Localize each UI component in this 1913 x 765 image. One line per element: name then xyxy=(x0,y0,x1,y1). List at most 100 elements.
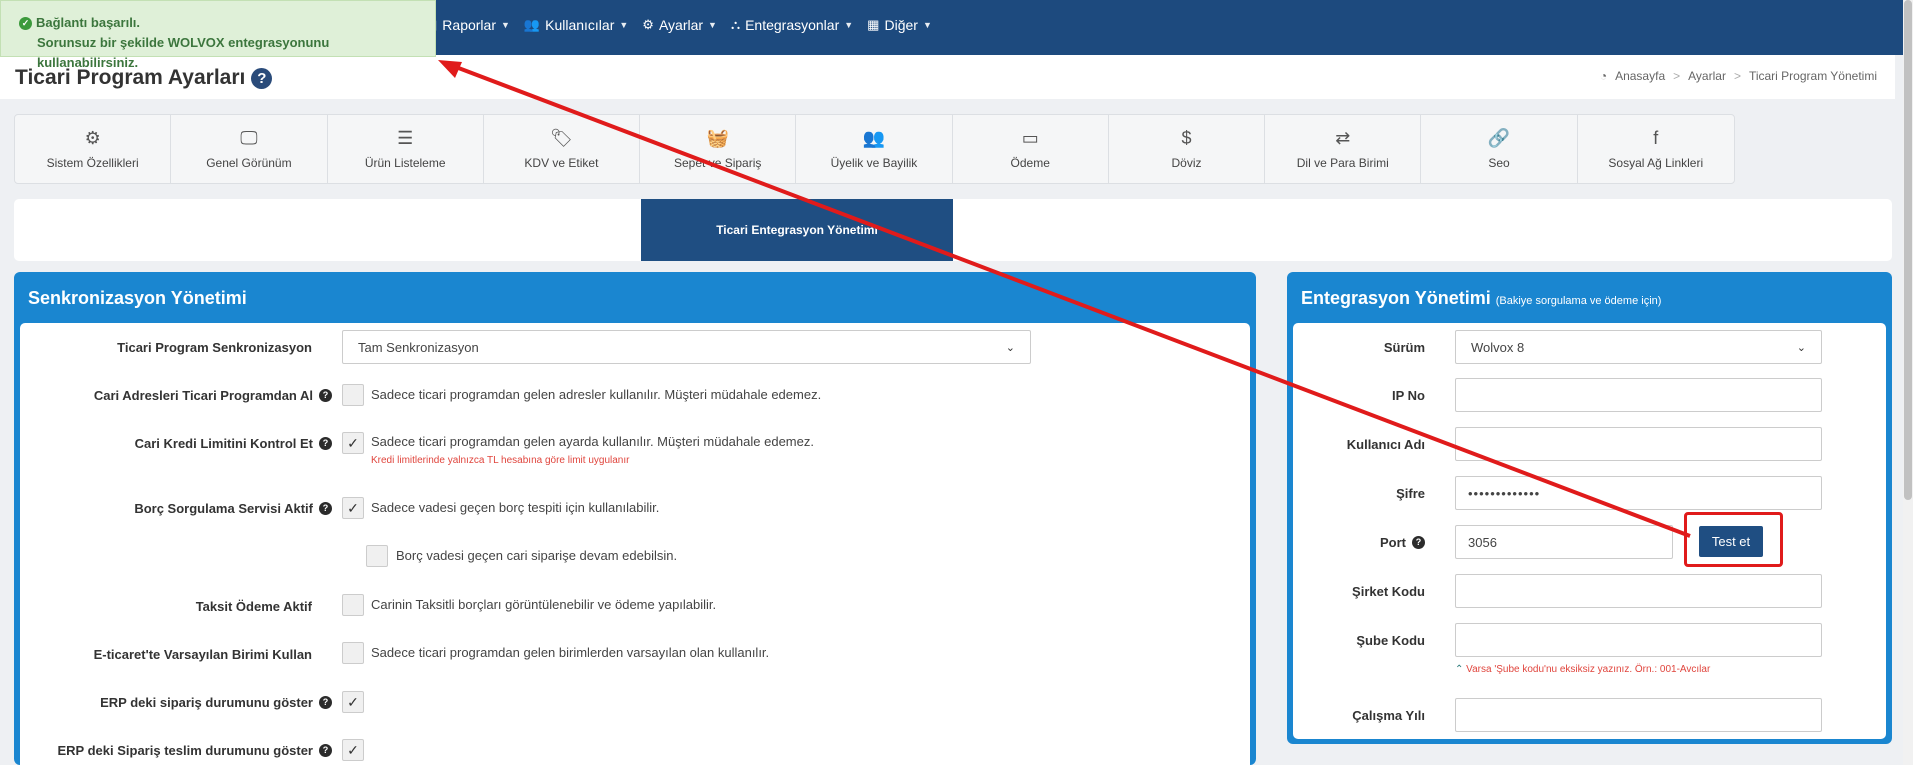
caret-down-icon: ▼ xyxy=(708,20,717,30)
installment-desc: Carinin Taksitli borçları görüntülenebil… xyxy=(371,597,717,612)
menu-other[interactable]: ▦ Diğer ▼ xyxy=(867,17,932,33)
label-sync-mode: Ticari Program Senkronizasyon xyxy=(117,339,312,355)
label-username: Kullanıcı Adı xyxy=(1346,436,1425,452)
tile-social[interactable]: f Sosyal Ağ Linkleri xyxy=(1578,115,1734,183)
monitor-icon: 🖵 xyxy=(240,128,258,148)
scrollbar-thumb[interactable] xyxy=(1904,0,1912,500)
facebook-icon: f xyxy=(1653,128,1659,148)
dashboard-icon: ◔ xyxy=(1599,69,1608,83)
label-ip: IP No xyxy=(1392,387,1425,403)
debt-query-checkbox[interactable]: ✓ xyxy=(342,497,364,519)
credit-card-icon: ▭ xyxy=(1021,128,1039,148)
sync-panel: Senkronizasyon Yönetimi Ticari Program S… xyxy=(14,272,1256,765)
caret-down-icon: ▼ xyxy=(501,20,510,30)
address-desc: Sadece ticari programdan gelen adresler … xyxy=(371,387,822,402)
grid-icon: ▦ xyxy=(867,17,880,32)
help-icon[interactable]: ? xyxy=(319,695,332,709)
address-checkbox[interactable] xyxy=(342,384,364,406)
success-alert: ✓ Bağlantı başarılı. Sorunsuz bir şekilde… xyxy=(0,0,436,70)
language-icon: ⇄ xyxy=(1335,128,1351,148)
menu-settings[interactable]: ⚙ Ayarlar ▼ xyxy=(642,17,717,33)
sync-panel-title: Senkronizasyon Yönetimi xyxy=(28,288,247,308)
check-circle-icon: ✓ xyxy=(19,16,32,30)
ip-input[interactable] xyxy=(1455,378,1822,412)
label-address: Cari Adresleri Ticari Programdan Al? xyxy=(20,385,332,405)
label-credit-limit: Cari Kredi Limitini Kontrol Et? xyxy=(20,433,332,453)
tile-cart-order[interactable]: 🧺 Sepet ve Sipariş xyxy=(640,115,797,183)
help-icon[interactable]: ? xyxy=(319,743,332,757)
caret-down-icon: ▼ xyxy=(922,20,932,30)
default-unit-checkbox[interactable] xyxy=(342,642,364,664)
chevron-up-icon: ⌃ xyxy=(1455,664,1464,675)
version-select[interactable]: Wolvox 8 ⌄ xyxy=(1455,330,1822,364)
settings-tiles: ⚙ Sistem Özellikleri 🖵 Genel Görünüm ☰ Ürün… xyxy=(14,114,1735,184)
alert-message: Sorunsuz bir şekilde WOLVOX entegrasyonu… xyxy=(37,35,330,70)
alert-title: Bağlantı başarılı. xyxy=(36,15,141,30)
breadcrumb-separator: > xyxy=(1673,69,1681,83)
link-icon: 🔗 xyxy=(1487,128,1511,148)
label-debt-query: Borç Sorgulama Servisi Aktif? xyxy=(20,498,332,518)
label-branch-code: Şube Kodu xyxy=(1356,632,1425,648)
breadcrumb-settings[interactable]: Ayarlar xyxy=(1688,69,1726,83)
tile-product-listing[interactable]: ☰ Ürün Listeleme xyxy=(328,115,484,183)
tile-appearance[interactable]: 🖵 Genel Görünüm xyxy=(171,115,328,183)
credit-limit-desc: Sadece ticari programdan gelen ayarda ku… xyxy=(371,434,814,449)
tile-membership[interactable]: 👥 Üyelik ve Bayilik xyxy=(796,115,953,183)
basket-icon: 🧺 xyxy=(706,128,729,148)
tab-integration-management[interactable]: Ticari Entegrasyon Yönetimi xyxy=(641,199,953,261)
erp-order-status-checkbox[interactable]: ✓ xyxy=(342,691,364,713)
menu-users[interactable]: 👥 Kullanıcılar ▼ xyxy=(524,17,628,33)
chevron-down-icon: ⌄ xyxy=(1796,341,1806,354)
menu-reports[interactable]: ▦Raporlar▼ xyxy=(425,17,510,33)
tabs-bar: Ticari Entegrasyon Yönetimi xyxy=(14,199,1892,261)
overdue-continue-desc: Borç vadesi geçen cari siparişe devam ed… xyxy=(396,548,678,563)
help-icon[interactable]: ? xyxy=(319,388,332,402)
working-year-input[interactable] xyxy=(1455,698,1822,732)
integration-panel-subtitle: (Bakiye sorgulama ve ödeme için) xyxy=(1495,295,1662,307)
dollar-icon: $ xyxy=(1181,128,1192,148)
tags-icon: 🏷 xyxy=(550,128,573,148)
branch-code-note: ⌃ Varsa 'Şube kodu'nu eksiksiz yazınız. … xyxy=(1455,664,1711,675)
menu-integrations[interactable]: ⛬ Entegrasyonlar ▼ xyxy=(731,17,853,33)
integration-panel: Entegrasyon Yönetimi (Bakiye sorgulama v… xyxy=(1287,272,1892,744)
tile-language[interactable]: ⇄ Dil ve Para Birimi xyxy=(1265,115,1422,183)
breadcrumb: ◔ Anasayfa > Ayarlar > Ticari Program Yö… xyxy=(1600,69,1877,83)
sync-mode-select[interactable]: Tam Senkronizasyon ⌄ xyxy=(342,330,1031,364)
gears-icon: ⚙ xyxy=(84,128,101,148)
label-version: Sürüm xyxy=(1383,339,1425,355)
company-code-input[interactable] xyxy=(1455,574,1822,608)
gears-icon: ⚙ xyxy=(642,17,654,32)
tile-payment[interactable]: ▭ Ödeme xyxy=(953,115,1109,183)
main-menu: ▦Raporlar▼ 👥Kullanıcılar▼ ⚙Ayarlar▼ ⛬Ent… xyxy=(425,0,932,50)
caret-down-icon: ▼ xyxy=(619,20,629,30)
users-icon: 👥 xyxy=(523,17,541,32)
annotation-highlight-box xyxy=(1684,512,1783,567)
erp-delivery-status-checkbox[interactable]: ✓ xyxy=(342,739,364,761)
list-icon: ☰ xyxy=(397,128,414,148)
breadcrumb-separator: > xyxy=(1733,69,1741,83)
help-icon[interactable]: ? xyxy=(1412,535,1425,549)
caret-down-icon: ▼ xyxy=(844,20,854,30)
breadcrumb-current: Ticari Program Yönetimi xyxy=(1748,69,1877,83)
label-company-code: Şirket Kodu xyxy=(1352,583,1425,599)
page-scrollbar[interactable] xyxy=(1903,0,1913,765)
users-icon: 👥 xyxy=(862,128,886,148)
credit-limit-checkbox[interactable]: ✓ xyxy=(342,432,364,454)
installment-checkbox[interactable] xyxy=(342,594,364,616)
username-input[interactable] xyxy=(1455,427,1822,461)
tile-seo[interactable]: 🔗 Seo xyxy=(1421,115,1578,183)
tile-currency[interactable]: $ Döviz xyxy=(1109,115,1266,183)
integration-panel-body: Sürüm Wolvox 8 ⌄ IP No Kullanıcı Adı Şifr… xyxy=(1293,323,1886,739)
branch-code-input[interactable] xyxy=(1455,623,1822,657)
breadcrumb-home[interactable]: Anasayfa xyxy=(1615,69,1665,83)
label-erp-order-status: ERP deki sipariş durumunu göster? xyxy=(20,692,332,712)
label-default-unit: E-ticaret'te Varsayılan Birimi Kullan xyxy=(93,646,312,662)
tile-vat-label[interactable]: 🏷 KDV ve Etiket xyxy=(484,115,641,183)
tile-system[interactable]: ⚙ Sistem Özellikleri xyxy=(15,115,172,183)
sync-panel-body: Ticari Program Senkronizasyon Tam Senkro… xyxy=(20,323,1250,765)
help-icon[interactable]: ? xyxy=(319,501,332,515)
overdue-continue-checkbox[interactable] xyxy=(366,545,388,567)
port-input[interactable]: 3056 xyxy=(1455,525,1673,559)
help-icon[interactable]: ? xyxy=(319,436,332,450)
password-input[interactable]: ••••••••••••• xyxy=(1455,476,1822,510)
